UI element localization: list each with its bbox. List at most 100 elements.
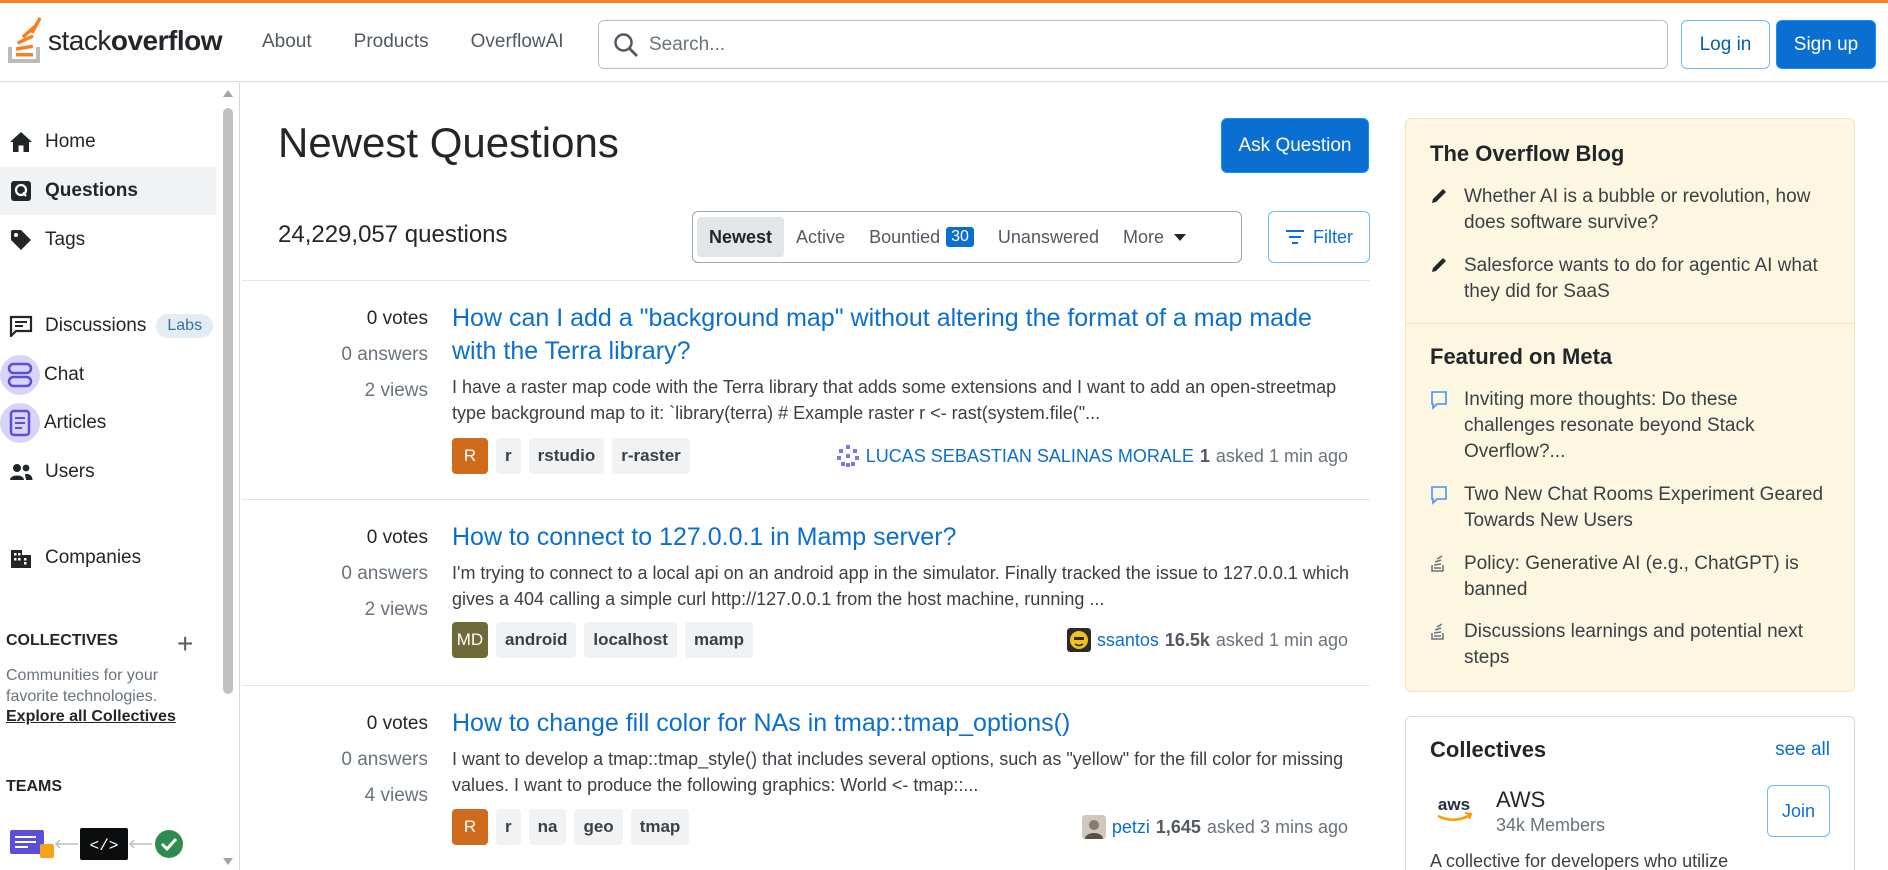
scroll-thumb[interactable] [223, 108, 233, 694]
user-avatar-icon[interactable] [1081, 815, 1106, 839]
collective-name[interactable]: AWS [1496, 787, 1545, 813]
explore-collectives-link[interactable]: Explore all Collectives [6, 708, 176, 726]
user-name-link[interactable]: LUCAS SEBASTIAN SALINAS MORALE [866, 446, 1194, 467]
tag[interactable]: r-raster [612, 438, 690, 474]
collectives-description: Communities for your favorite technologi… [6, 667, 159, 705]
question-excerpt: I have a raster map code with the Terra … [452, 377, 1337, 423]
tag[interactable]: tmap [630, 809, 690, 845]
left-sidebar: Home Questions Tags Discussions Labs Cha… [0, 83, 240, 870]
teams-illustration: </> [10, 828, 184, 860]
join-button[interactable]: Join [1767, 785, 1830, 837]
stack-logo-icon [1430, 619, 1464, 671]
aws-logo-icon[interactable]: aws [1434, 795, 1474, 825]
chat-icon [0, 355, 40, 395]
stackoverflow-logo[interactable]: stackoverflow [6, 17, 223, 65]
meta-item-link[interactable]: Discussions learnings and potential next… [1464, 619, 1830, 671]
labs-badge: Labs [156, 314, 214, 338]
user-avatar-icon[interactable] [835, 444, 860, 468]
vote-count: 0 votes [366, 713, 428, 734]
nav-about[interactable]: About [262, 31, 312, 53]
answer-count: 0 answers [341, 749, 428, 770]
sidebar-item-label: Tags [45, 229, 86, 250]
asked-time[interactable]: asked 3 mins ago [1207, 817, 1348, 838]
user-reputation: 1,645 [1155, 816, 1201, 837]
meta-item-link[interactable]: Policy: Generative AI (e.g., ChatGPT) is… [1464, 551, 1830, 603]
nav-overflowai[interactable]: OverflowAI [471, 31, 564, 53]
tab-active[interactable]: Active [784, 217, 857, 257]
user-name-link[interactable]: ssantos [1097, 630, 1159, 651]
companies-icon [8, 545, 34, 571]
blog-item-link[interactable]: Salesforce wants to do for agentic AI wh… [1464, 253, 1830, 305]
tag[interactable]: geo [574, 809, 623, 845]
meta-item-link[interactable]: Two New Chat Rooms Experiment Geared Tow… [1464, 482, 1830, 534]
nav-products[interactable]: Products [354, 31, 429, 53]
tab-more[interactable]: More [1111, 217, 1198, 257]
users-icon [8, 459, 34, 485]
user-name-link[interactable]: petzi [1112, 817, 1150, 838]
teams-heading: TEAMS [6, 778, 62, 795]
tab-newest[interactable]: Newest [697, 217, 785, 257]
see-all-link[interactable]: see all [1775, 739, 1830, 761]
tag[interactable]: rstudio [528, 438, 605, 474]
filter-button[interactable]: Filter [1268, 211, 1370, 263]
divider [1406, 323, 1854, 324]
tab-label: Bountied [869, 226, 941, 247]
main-content: Newest Questions Ask Question 24,229,057… [242, 83, 1370, 870]
blog-item-link[interactable]: Whether AI is a bubble or revolution, ho… [1464, 184, 1830, 236]
speech-bubble-icon [1430, 387, 1464, 465]
tag[interactable]: android [496, 622, 577, 658]
user-avatar-icon[interactable] [1066, 628, 1091, 652]
tag[interactable]: na [528, 809, 567, 845]
tag[interactable]: r [496, 438, 521, 474]
login-button[interactable]: Log in [1681, 20, 1770, 69]
sidebar-item-tags[interactable]: Tags [0, 216, 216, 264]
sidebar-item-companies[interactable]: Companies [0, 534, 216, 582]
tag[interactable]: r [496, 809, 521, 845]
top-bar: stackoverflow About Products OverflowAI … [0, 0, 1888, 82]
collective-avatar[interactable]: MD [452, 622, 488, 658]
sidebar-item-home[interactable]: Home [0, 118, 216, 166]
scroll-down-arrow-icon[interactable] [222, 857, 234, 867]
sidebar-item-discussions[interactable]: Discussions Labs [0, 302, 216, 350]
blog-item: Whether AI is a bubble or revolution, ho… [1430, 184, 1830, 236]
tab-label: Unanswered [997, 226, 1099, 247]
tag[interactable]: mamp [684, 622, 754, 658]
add-collective-plus-icon[interactable]: + [177, 630, 193, 658]
stack-logo-icon [1430, 551, 1464, 603]
collective-avatar[interactable]: R [452, 438, 488, 474]
scroll-up-arrow-icon[interactable] [222, 88, 234, 98]
sidebar-scrollbar[interactable] [221, 83, 235, 870]
teams-arrow-icon [54, 839, 78, 849]
search-input[interactable] [649, 33, 1629, 56]
filter-icon [1286, 230, 1304, 244]
page-title: Newest Questions [278, 119, 619, 166]
collective-avatar[interactable]: R [452, 809, 488, 845]
question-title-link[interactable]: How to change fill color for NAs in tmap… [452, 707, 1322, 740]
question-stats: 0 votes 0 answers 4 views [242, 706, 428, 814]
ask-question-button[interactable]: Ask Question [1221, 118, 1369, 173]
articles-icon [0, 403, 40, 443]
blog-heading: The Overflow Blog [1430, 141, 1625, 166]
sidebar-item-articles[interactable]: Articles [0, 399, 216, 447]
question-title-link[interactable]: How to connect to 127.0.0.1 in Mamp serv… [452, 521, 1322, 554]
sidebar-item-chat[interactable]: Chat [0, 351, 216, 399]
meta-item-link[interactable]: Inviting more thoughts: Do these challen… [1464, 387, 1830, 465]
question-title-link[interactable]: How can I add a "background map" without… [452, 302, 1322, 368]
asked-time[interactable]: asked 1 min ago [1216, 446, 1348, 467]
pencil-icon [1430, 184, 1464, 236]
sidebar-item-users[interactable]: Users [0, 448, 216, 496]
question-stats: 0 votes 0 answers 2 views [242, 301, 428, 409]
tab-unanswered[interactable]: Unanswered [986, 217, 1111, 257]
tab-bountied[interactable]: Bountied 30 [857, 217, 986, 257]
signup-button[interactable]: Sign up [1776, 20, 1876, 69]
questions-icon [8, 178, 34, 204]
vote-count: 0 votes [366, 527, 428, 548]
tag[interactable]: localhost [584, 622, 677, 658]
sidebar-item-label: Discussions [45, 315, 147, 336]
asked-time[interactable]: asked 1 min ago [1216, 630, 1348, 651]
search-bar[interactable] [598, 20, 1668, 69]
discussions-icon [8, 313, 34, 339]
meta-item: Inviting more thoughts: Do these challen… [1430, 387, 1830, 465]
sidebar-item-questions[interactable]: Questions [0, 167, 216, 215]
meta-item: Two New Chat Rooms Experiment Geared Tow… [1430, 482, 1830, 534]
